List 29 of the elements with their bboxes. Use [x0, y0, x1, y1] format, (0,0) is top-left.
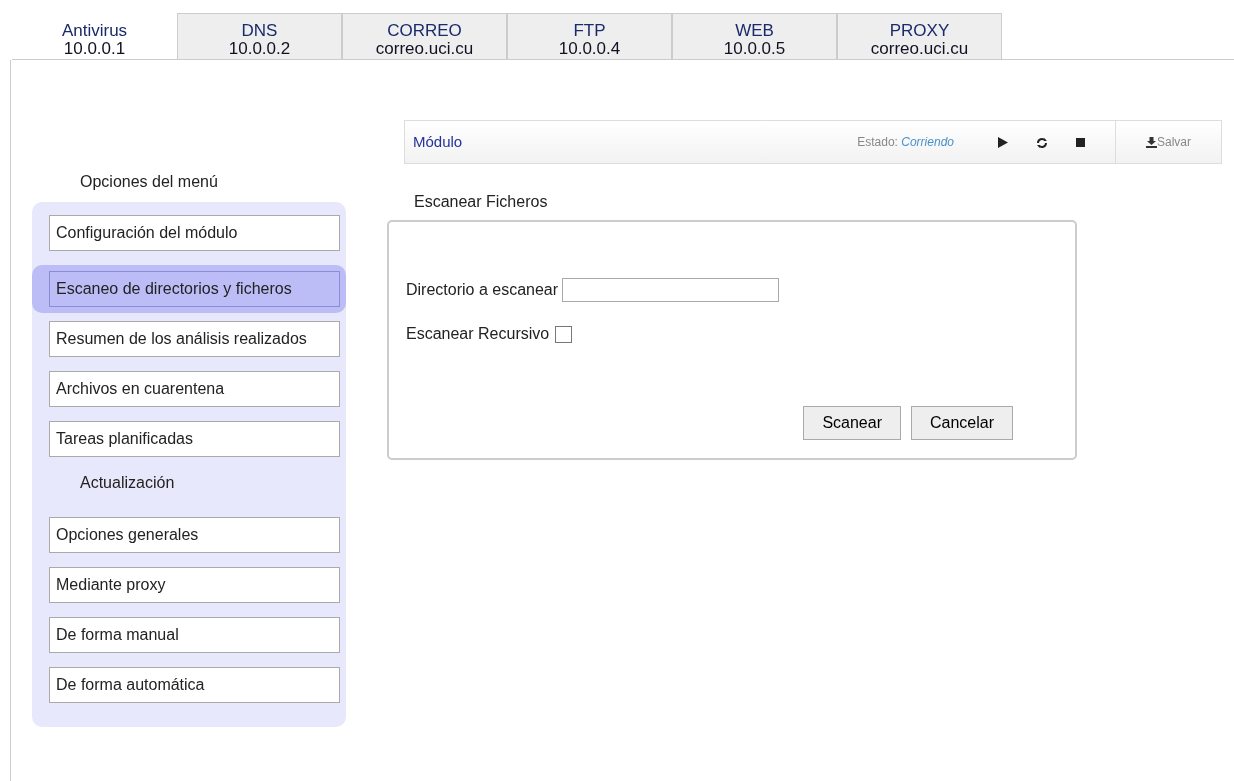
tab[interactable]: WEB 10.0.0.5: [672, 13, 837, 59]
section-heading: Actualización: [80, 473, 176, 493]
menu-item[interactable]: Opciones generales: [49, 517, 340, 553]
fieldset-legend: Escanear Ficheros: [414, 190, 1077, 214]
tab[interactable]: DNS 10.0.0.2: [177, 13, 342, 59]
menu-item[interactable]: De forma manual: [49, 617, 340, 653]
tab[interactable]: CORREO correo.uci.cu: [342, 13, 507, 59]
download-icon: [1146, 136, 1157, 148]
menu-item[interactable]: De forma automática: [49, 667, 340, 703]
menu-item[interactable]: Resumen de los análisis realizados: [49, 321, 340, 357]
form-button[interactable]: Scanear: [803, 406, 901, 440]
menu-title: Opciones del menú: [80, 172, 219, 192]
menu-item[interactable]: Escaneo de directorios y ficheros: [49, 271, 340, 307]
play-icon: [998, 137, 1008, 149]
menu-item[interactable]: Tareas planificadas: [49, 421, 340, 457]
field-label: Directorio a escanear: [406, 280, 559, 300]
menu-item[interactable]: Configuración del módulo: [49, 215, 340, 251]
form-button[interactable]: Cancelar: [910, 406, 1013, 440]
input-field[interactable]: [562, 278, 780, 302]
stop-icon: [1076, 138, 1085, 148]
tab[interactable]: PROXY correo.uci.cu: [837, 13, 1002, 59]
module-title: Módulo: [412, 131, 464, 152]
tab[interactable]: FTP 10.0.0.4: [507, 13, 672, 59]
checkbox-label: Escanear Recursivo: [406, 324, 550, 344]
refresh-icon: [1036, 136, 1048, 149]
status-text: Estado: Corriendo: [857, 134, 954, 151]
menu-item[interactable]: Mediante proxy: [49, 567, 340, 603]
checkbox[interactable]: [555, 325, 573, 343]
menu-item[interactable]: Archivos en cuarentena: [49, 371, 340, 407]
